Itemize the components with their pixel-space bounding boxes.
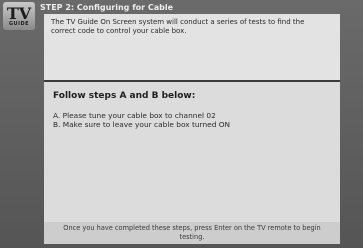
step-a-text: A. Please tune your cable box to channel… bbox=[53, 111, 216, 120]
setup-panel: The TV Guide On Screen system will condu… bbox=[44, 14, 340, 244]
intro-section: The TV Guide On Screen system will condu… bbox=[44, 14, 340, 80]
logo-tv-text: TV bbox=[6, 3, 32, 23]
logo-guide-text: GUIDE bbox=[8, 20, 30, 27]
page-title: STEP 2: Configuring for Cable bbox=[40, 3, 174, 12]
footer-instructions: Once you have completed these steps, pre… bbox=[44, 222, 340, 244]
steps-heading: Follow steps A and B below: bbox=[53, 91, 196, 101]
screen-frame: TV GUIDE STEP 2: Configuring for Cable T… bbox=[0, 0, 363, 248]
intro-text: The TV Guide On Screen system will condu… bbox=[51, 18, 305, 35]
step-b-text: B. Make sure to leave your cable box tur… bbox=[53, 120, 231, 129]
tv-guide-logo: TV GUIDE bbox=[3, 2, 35, 30]
footer-text: Once you have completed these steps, pre… bbox=[63, 224, 321, 241]
steps-section: Follow steps A and B below: A. Please tu… bbox=[44, 82, 340, 222]
